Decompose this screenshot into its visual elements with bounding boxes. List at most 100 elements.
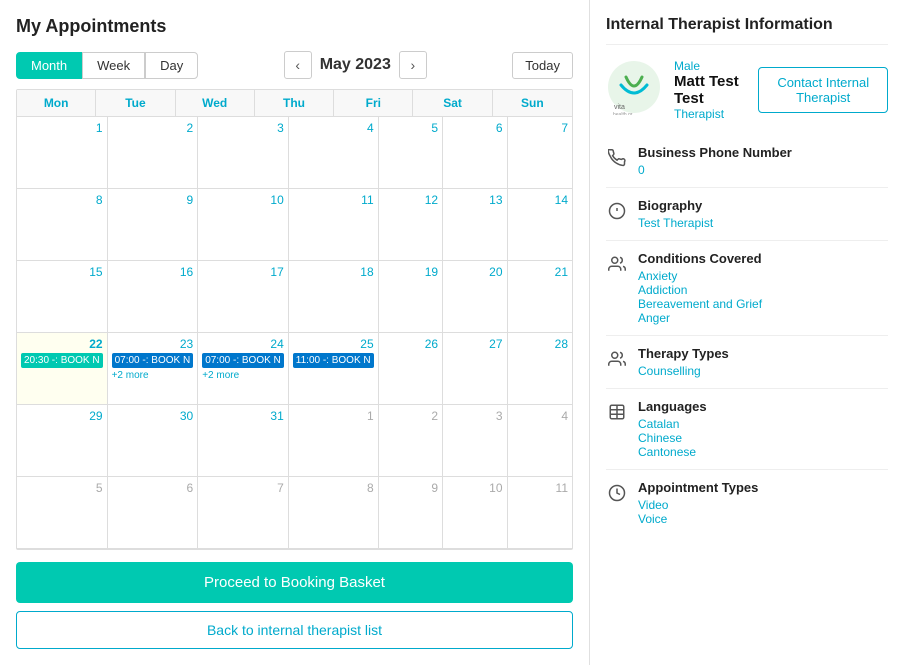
- view-tabs: Month Week Day: [16, 52, 198, 79]
- table-row: 2: [108, 117, 199, 189]
- phone-content: Business Phone Number 0: [638, 145, 888, 177]
- table-row: 4: [508, 405, 572, 477]
- table-row: 31: [198, 405, 289, 477]
- table-row: 19: [379, 261, 443, 333]
- therapy-section: Therapy Types Counselling: [606, 336, 888, 389]
- table-row: 18: [289, 261, 379, 333]
- therapist-details: Male Matt Test Test Therapist: [674, 59, 742, 121]
- header-tue: Tue: [96, 90, 175, 117]
- table-row: 8: [17, 189, 108, 261]
- lang-cantonese: Cantonese: [638, 445, 888, 459]
- table-row: 1: [289, 405, 379, 477]
- table-row: 12: [379, 189, 443, 261]
- therapist-role: Therapist: [674, 107, 742, 121]
- table-row: 16: [108, 261, 199, 333]
- calendar-controls: Month Week Day ‹ May 2023 › Today: [16, 51, 573, 79]
- list-item[interactable]: 11:00 -: BOOK N: [293, 353, 374, 368]
- lang-catalan: Catalan: [638, 417, 888, 431]
- table-row: 23 07:00 -: BOOK N +2 more: [108, 333, 199, 405]
- table-row: 11: [289, 189, 379, 261]
- list-item[interactable]: 20:30 -: BOOK N: [21, 353, 103, 368]
- appointments-panel: My Appointments Month Week Day ‹ May 202…: [0, 0, 590, 665]
- table-row: 27: [443, 333, 507, 405]
- table-row: 4: [289, 117, 379, 189]
- calendar-body: 1 2 3 4 5 6 7 8 9 10 11 12 13 14 15 16 1…: [17, 117, 572, 549]
- table-row: 25 11:00 -: BOOK N: [289, 333, 379, 405]
- info-icon: [606, 200, 628, 222]
- header-mon: Mon: [17, 90, 96, 117]
- therapy-content: Therapy Types Counselling: [638, 346, 888, 378]
- therapist-header: vita health.gr Male Matt Test Test Thera…: [606, 59, 888, 121]
- table-row: 15: [17, 261, 108, 333]
- table-row: 9: [108, 189, 199, 261]
- bottom-buttons: Proceed to Booking Basket Back to intern…: [16, 562, 573, 649]
- table-row: 22 20:30 -: BOOK N: [17, 333, 108, 405]
- table-row: 26: [379, 333, 443, 405]
- tab-month[interactable]: Month: [16, 52, 82, 79]
- bio-section: Biography Test Therapist: [606, 188, 888, 241]
- tab-week[interactable]: Week: [82, 52, 145, 79]
- contact-therapist-button[interactable]: Contact Internal Therapist: [758, 67, 888, 113]
- phone-icon: [606, 147, 628, 169]
- appt-voice: Voice: [638, 512, 888, 526]
- table-row: 6: [108, 477, 199, 549]
- therapist-name: Matt Test Test: [674, 73, 742, 107]
- header-sat: Sat: [413, 90, 492, 117]
- today-button[interactable]: Today: [512, 52, 573, 79]
- list-item[interactable]: 07:00 -: BOOK N: [112, 353, 194, 368]
- table-row: 17: [198, 261, 289, 333]
- bio-content: Biography Test Therapist: [638, 198, 888, 230]
- phone-section: Business Phone Number 0: [606, 135, 888, 188]
- lang-chinese: Chinese: [638, 431, 888, 445]
- conditions-anger: Anger: [638, 311, 888, 325]
- svg-text:health.gr: health.gr: [613, 112, 633, 115]
- conditions-content: Conditions Covered Anxiety Addiction Ber…: [638, 251, 888, 325]
- right-panel-title: Internal Therapist Information: [606, 16, 888, 45]
- table-row: 6: [443, 117, 507, 189]
- table-row: 7: [508, 117, 572, 189]
- phone-value: 0: [638, 163, 888, 177]
- therapy-label: Therapy Types: [638, 346, 888, 361]
- conditions-label: Conditions Covered: [638, 251, 888, 266]
- header-sun: Sun: [493, 90, 572, 117]
- table-row: 30: [108, 405, 199, 477]
- appointment-types-section: Appointment Types Video Voice: [606, 470, 888, 536]
- table-row: 10: [198, 189, 289, 261]
- conditions-anxiety: Anxiety: [638, 269, 888, 283]
- table-row: 28: [508, 333, 572, 405]
- next-month-button[interactable]: ›: [399, 51, 427, 79]
- conditions-grief: Bereavement and Grief: [638, 297, 888, 311]
- table-row: 5: [379, 117, 443, 189]
- appt-video: Video: [638, 498, 888, 512]
- more-events[interactable]: +2 more: [202, 370, 284, 381]
- appointment-icon: [606, 482, 628, 504]
- more-events[interactable]: +2 more: [112, 370, 194, 381]
- appointment-label: Appointment Types: [638, 480, 888, 495]
- header-fri: Fri: [334, 90, 413, 117]
- therapist-logo: vita health.gr: [606, 59, 662, 115]
- languages-section: Languages Catalan Chinese Cantonese: [606, 389, 888, 470]
- prev-month-button[interactable]: ‹: [284, 51, 312, 79]
- svg-text:vita: vita: [614, 104, 625, 111]
- booking-basket-button[interactable]: Proceed to Booking Basket: [16, 562, 573, 603]
- table-row: 3: [198, 117, 289, 189]
- table-row: 5: [17, 477, 108, 549]
- therapist-gender: Male: [674, 59, 742, 73]
- bio-label: Biography: [638, 198, 888, 213]
- table-row: 9: [379, 477, 443, 549]
- back-to-list-button[interactable]: Back to internal therapist list: [16, 611, 573, 649]
- panel-title: My Appointments: [16, 16, 573, 37]
- phone-label: Business Phone Number: [638, 145, 888, 160]
- therapist-info-panel: Internal Therapist Information vita heal…: [590, 0, 904, 665]
- table-row: 10: [443, 477, 507, 549]
- table-row: 1: [17, 117, 108, 189]
- table-row: 2: [379, 405, 443, 477]
- list-item[interactable]: 07:00 -: BOOK N: [202, 353, 284, 368]
- table-row: 24 07:00 -: BOOK N +2 more: [198, 333, 289, 405]
- conditions-icon: [606, 253, 628, 275]
- table-row: 29: [17, 405, 108, 477]
- tab-day[interactable]: Day: [145, 52, 198, 79]
- conditions-addiction: Addiction: [638, 283, 888, 297]
- table-row: 8: [289, 477, 379, 549]
- therapy-icon: [606, 348, 628, 370]
